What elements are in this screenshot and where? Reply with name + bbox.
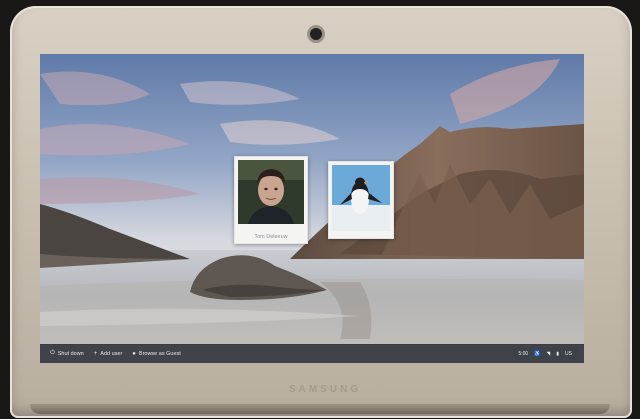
plus-icon: + — [93, 350, 98, 357]
battery-icon: ▮ — [556, 350, 560, 357]
user-photo — [238, 160, 304, 224]
brand-logo: SAMSUNG — [288, 384, 362, 395]
wallpaper — [40, 54, 584, 363]
add-user-button[interactable]: + Add user — [94, 351, 123, 357]
penguin-avatar — [332, 165, 390, 231]
laptop-hinge — [30, 404, 610, 414]
login-screen: Tom Deleeuw ⏻ Shut down + Add user ● Bro… — [40, 54, 584, 363]
person-icon: ● — [132, 350, 136, 357]
locale-indicator: US — [565, 350, 572, 357]
user-avatar — [332, 165, 390, 231]
webcam-icon — [310, 28, 322, 40]
guest-label: Browse as Guest — [138, 350, 181, 357]
browse-as-guest-button[interactable]: ● Browse as Guest — [132, 351, 181, 357]
user-name: Tom Deleeuw — [254, 234, 288, 240]
shutdown-button[interactable]: ⏻ Shut down — [50, 350, 84, 357]
clock: 5:00 — [518, 350, 529, 357]
add-user-label: Add user — [100, 350, 123, 357]
wifi-icon: ◥ — [546, 350, 551, 357]
user-avatar — [238, 160, 304, 224]
power-icon: ⏻ — [50, 350, 55, 356]
shutdown-label: Shut down — [57, 350, 84, 357]
user-pod-penguin[interactable] — [328, 161, 394, 239]
accessibility-icon: ♿ — [534, 350, 541, 357]
login-shelf: ⏻ Shut down + Add user ● Browse as Guest… — [40, 344, 584, 363]
user-pod-tom[interactable]: Tom Deleeuw — [234, 156, 308, 244]
status-tray[interactable]: 5:00 ♿ ◥ ▮ US — [512, 347, 578, 360]
